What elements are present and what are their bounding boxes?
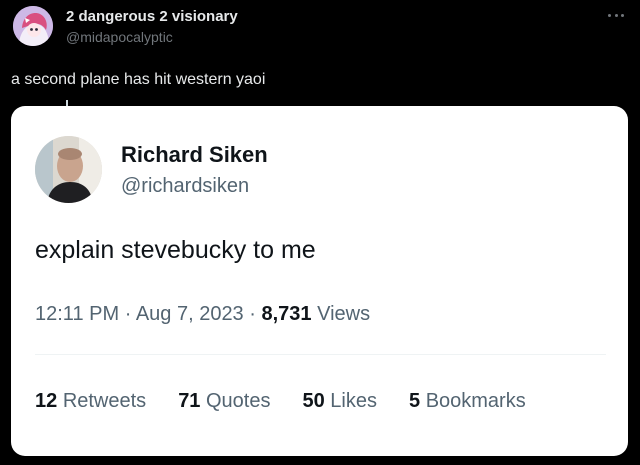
quoted-tweet-card[interactable]: Richard Siken @richardsiken explain stev… — [11, 106, 628, 456]
dot — [621, 13, 624, 17]
stat-count: 50 — [302, 390, 325, 412]
inner-display-name[interactable]: Richard Siken — [121, 142, 268, 168]
stat-label: Bookmarks — [425, 390, 526, 412]
engagement-stats: 12 Retweets 71 Quotes 50 Likes 5 Bookmar… — [35, 390, 526, 413]
divider — [35, 354, 606, 355]
anime-avatar-icon — [13, 6, 53, 46]
stat-count: 71 — [178, 390, 201, 412]
outer-display-name[interactable]: 2 dangerous 2 visionary — [66, 8, 238, 25]
views-count: 8,731 — [261, 303, 312, 325]
profile-photo-icon — [35, 136, 102, 203]
stat-count: 5 — [409, 390, 421, 412]
stat-label: Quotes — [206, 390, 271, 412]
dot — [614, 13, 618, 17]
stat-label: Likes — [330, 390, 377, 412]
quotes-stat[interactable]: 71 Quotes — [178, 390, 270, 413]
retweets-stat[interactable]: 12 Retweets — [35, 390, 146, 413]
dot — [608, 13, 611, 17]
outer-avatar[interactable] — [13, 6, 53, 46]
tweet-meta: 12:11 PM · Aug 7, 2023 · 8,731 Views — [35, 303, 370, 326]
tweet-date[interactable]: Aug 7, 2023 — [136, 303, 244, 325]
inner-handle[interactable]: @richardsiken — [121, 175, 249, 198]
more-options-icon[interactable] — [604, 8, 628, 22]
outer-tweet-text: a second plane has hit western yaoi — [11, 71, 266, 88]
meta-separator: · — [124, 303, 132, 325]
meta-separator: · — [249, 303, 256, 325]
bookmarks-stat[interactable]: 5 Bookmarks — [409, 390, 526, 413]
tweet-time[interactable]: 12:11 PM — [35, 303, 119, 325]
views-label: Views — [317, 303, 371, 325]
quoted-tweet-text: explain stevebucky to me — [35, 236, 316, 264]
inner-avatar[interactable] — [35, 136, 102, 203]
outer-handle[interactable]: @midapocalyptic — [66, 29, 173, 45]
likes-stat[interactable]: 50 Likes — [302, 390, 377, 413]
stat-count: 12 — [35, 390, 58, 412]
stat-label: Retweets — [62, 390, 147, 412]
